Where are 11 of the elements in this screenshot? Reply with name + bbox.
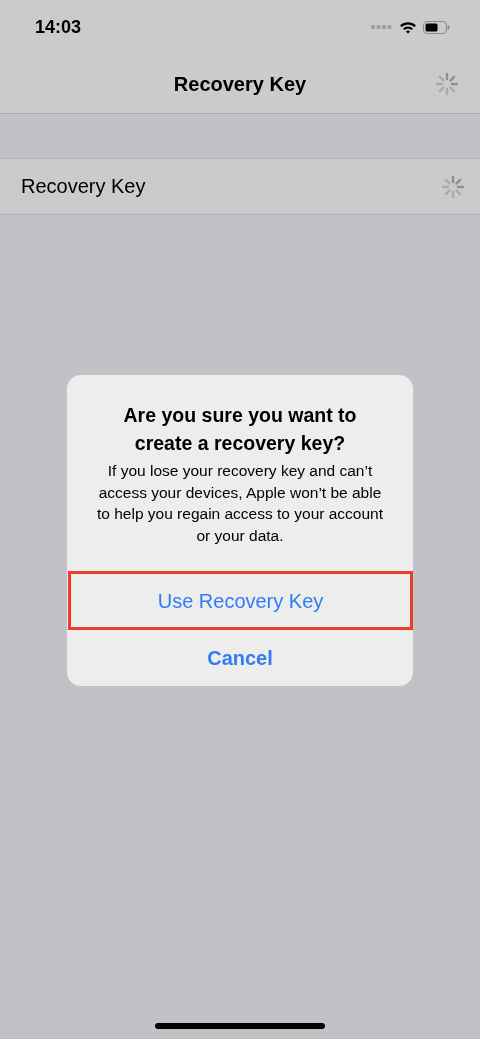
signal-icon xyxy=(371,25,393,30)
alert-title: Are you sure you want to create a recovery key? xyxy=(122,403,358,456)
alert-button[interactable]: Cancel xyxy=(67,629,413,686)
status-time: 14:03 xyxy=(35,17,82,38)
alert-message: If you lose your recovery key and can’t access your devices, Apple won’t be able to help you regain access to your account or your data. xyxy=(95,461,385,546)
battery-icon xyxy=(423,21,450,34)
cell-label: Recovery Key xyxy=(21,175,146,198)
nav-title: Recovery Key xyxy=(173,72,307,96)
wifi-icon xyxy=(399,21,417,34)
alert-button[interactable]: Use Recovery Key xyxy=(69,572,412,629)
list-cell[interactable]: Recovery Key xyxy=(0,158,480,215)
